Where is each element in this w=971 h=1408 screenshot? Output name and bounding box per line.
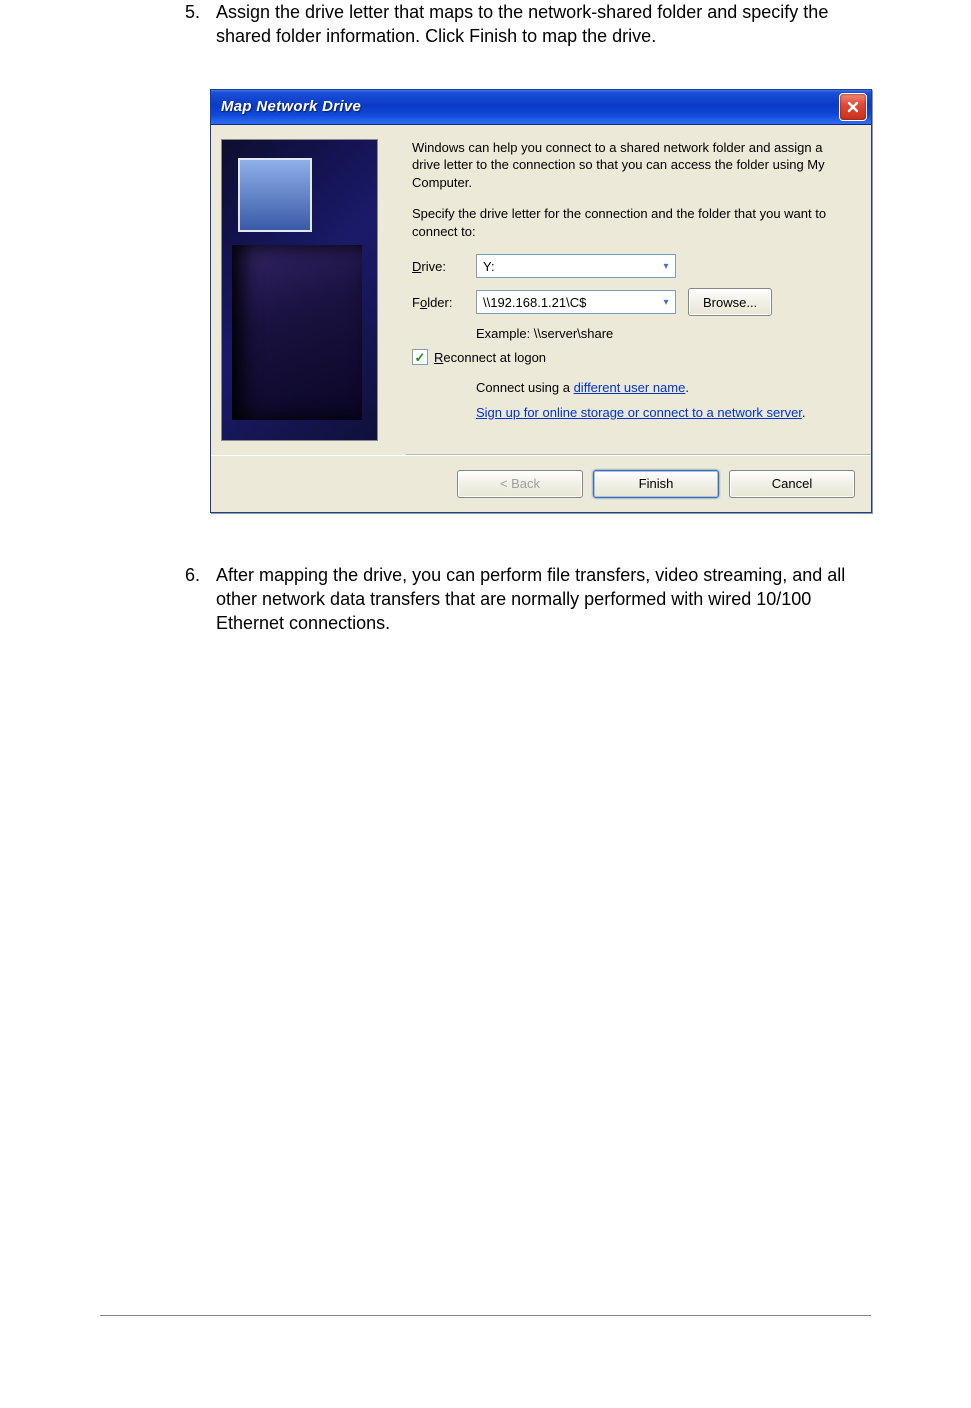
specify-text: Specify the drive letter for the connect… <box>412 205 853 240</box>
connect-pre: Connect using a <box>476 380 574 395</box>
drive-label: Drive: <box>412 259 476 274</box>
browse-button[interactable]: Browse... <box>688 288 772 316</box>
finish-label: Finish <box>639 476 674 491</box>
folder-combobox[interactable]: \\192.168.1.21\C$ ▾ <box>476 290 676 314</box>
drive-value: Y: <box>477 259 657 274</box>
step-number: 5. <box>100 0 216 49</box>
reconnect-label: Reconnect at logon <box>434 350 546 365</box>
folder-value: \\192.168.1.21\C$ <box>477 295 657 310</box>
different-user-row: Connect using a different user name. <box>476 379 853 397</box>
browse-label: Browse... <box>703 295 757 310</box>
reconnect-checkbox[interactable]: ✓ <box>412 349 428 365</box>
cancel-button[interactable]: Cancel <box>729 470 855 498</box>
step-number: 6. <box>100 563 216 636</box>
step-text: After mapping the drive, you can perform… <box>216 563 871 636</box>
window-title: Map Network Drive <box>221 98 361 115</box>
map-network-drive-dialog: Map Network Drive Windows can help you c… <box>210 89 872 513</box>
cancel-label: Cancel <box>772 476 812 491</box>
finish-button[interactable]: Finish <box>593 470 719 498</box>
chevron-down-icon[interactable]: ▾ <box>657 291 675 313</box>
instruction-step-5: 5. Assign the drive letter that maps to … <box>100 0 871 49</box>
folder-label: Folder: <box>412 295 476 310</box>
signup-link[interactable]: Sign up for online storage or connect to… <box>476 405 802 420</box>
example-text: Example: \\server\share <box>476 326 853 341</box>
drive-combobox[interactable]: Y: ▾ <box>476 254 676 278</box>
back-button: < Back <box>457 470 583 498</box>
titlebar[interactable]: Map Network Drive <box>211 90 871 125</box>
wizard-sidebar <box>211 125 406 455</box>
different-user-link[interactable]: different user name <box>574 380 686 395</box>
instruction-step-6: 6. After mapping the drive, you can perf… <box>100 563 871 636</box>
dialog-footer: < Back Finish Cancel <box>211 455 871 512</box>
chevron-down-icon[interactable]: ▾ <box>657 255 675 277</box>
intro-text: Windows can help you connect to a shared… <box>412 139 853 192</box>
wizard-graphic <box>221 139 378 441</box>
page-footer-rule <box>100 1315 871 1316</box>
close-icon[interactable] <box>839 93 867 121</box>
step-text: Assign the drive letter that maps to the… <box>216 0 871 49</box>
back-label: < Back <box>500 476 540 491</box>
